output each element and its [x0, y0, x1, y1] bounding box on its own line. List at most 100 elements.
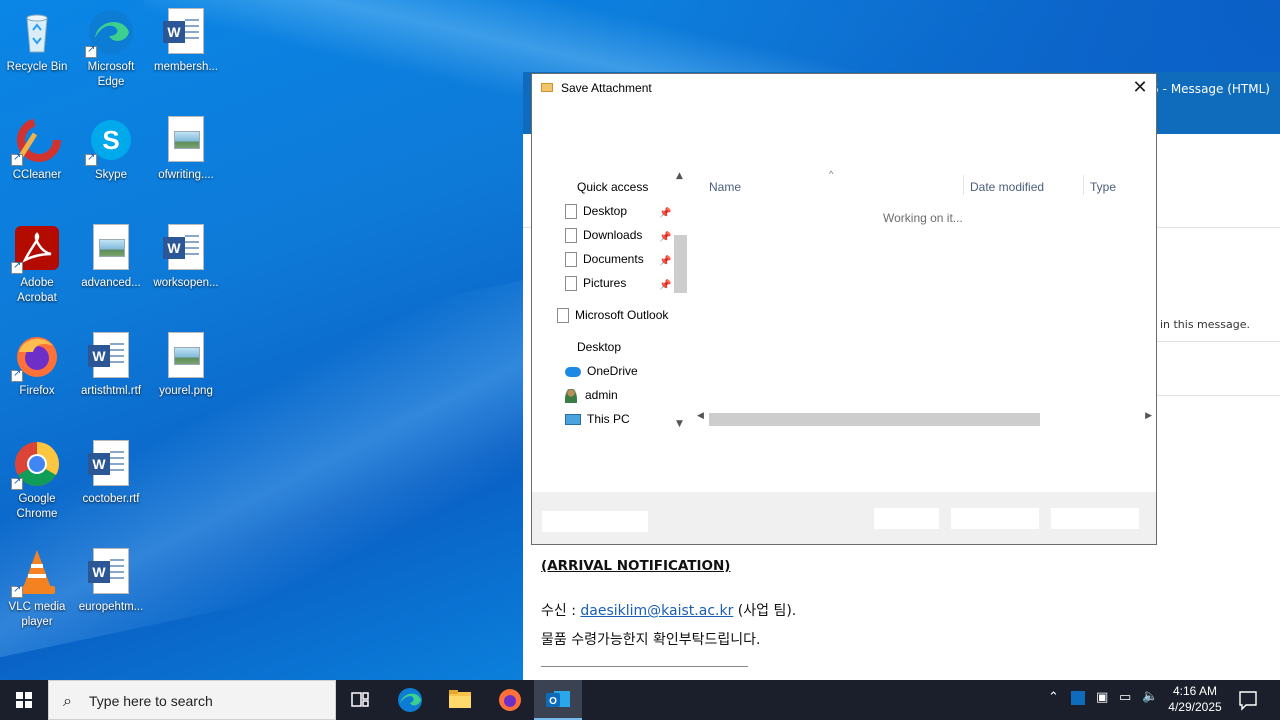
speaker-icon[interactable]: 🔈: [1142, 689, 1158, 704]
desktop-icon-image-file[interactable]: ofwriting....: [149, 116, 223, 183]
envelope-icon: [541, 83, 553, 92]
desktop-icon-firefox[interactable]: Firefox: [0, 332, 74, 399]
shortcut-arrow-icon: [85, 44, 97, 58]
sort-ascending-icon: ^: [829, 169, 834, 179]
request-line: 물품 수령가능한지 확인부탁드립니다.: [541, 632, 761, 648]
notification-icon: [1239, 691, 1257, 711]
desktop-icon-image-file[interactable]: yourel.png: [149, 332, 223, 399]
taskbar: ⌕ Type here to search O ⌃ ▣ ▭ 🔈 4:16 AM …: [0, 680, 1280, 720]
system-tray: ⌃ ▣ ▭ 🔈: [1045, 680, 1158, 720]
nav-item-downloads[interactable]: Downloads: [565, 228, 642, 248]
navigation-pane: Quick access Desktop 📌 Downloads 📌 Docum…: [540, 169, 690, 431]
svg-text:O: O: [549, 696, 557, 707]
dialog-title-bar[interactable]: Save Attachment ✕: [532, 74, 1156, 102]
page-icon: [565, 276, 577, 292]
device-icon[interactable]: ▣: [1096, 690, 1108, 705]
pin-icon: 📌: [659, 280, 672, 291]
icon-label: advanced...: [81, 277, 141, 289]
file-list-horizontal-scrollbar[interactable]: ◀ ▶: [690, 410, 1156, 427]
chevron-up-icon[interactable]: ⌃: [1048, 690, 1059, 705]
icon-label: artisthtml.rtf: [80, 385, 142, 397]
scrollbar-thumb[interactable]: [709, 413, 1040, 426]
scroll-up-arrow-icon[interactable]: ▲: [676, 171, 683, 181]
nav-item-onedrive[interactable]: OneDrive: [565, 364, 638, 384]
start-button[interactable]: [0, 680, 48, 720]
taskbar-firefox-button[interactable]: [486, 680, 534, 720]
taskbar-outlook-button[interactable]: O: [534, 680, 582, 720]
taskbar-file-explorer-button[interactable]: [436, 680, 484, 720]
notifications-button[interactable]: [1232, 680, 1280, 720]
scroll-left-arrow-icon[interactable]: ◀: [697, 411, 704, 421]
image-file-icon: [162, 116, 210, 164]
close-button[interactable]: ✕: [1130, 78, 1150, 98]
column-separator[interactable]: [963, 175, 964, 195]
desktop-icon-image-file[interactable]: advanced...: [74, 224, 148, 291]
firefox-icon: [499, 689, 521, 711]
recipient-email-link[interactable]: daesiklim@kaist.ac.kr: [580, 603, 733, 619]
divider: [541, 666, 748, 667]
desktop-icon-recycle-bin[interactable]: Recycle Bin: [0, 8, 74, 75]
desktop-icon-word-doc[interactable]: W coctober.rtf: [74, 440, 148, 507]
nav-quick-access[interactable]: Quick access: [577, 180, 648, 200]
outlook-info-text: es in this message.: [1143, 318, 1250, 331]
hide-folders-button[interactable]: [542, 511, 648, 532]
icon-label: Firefox: [19, 385, 55, 397]
desktop-icon-microsoft-edge[interactable]: Microsoft Edge: [74, 8, 148, 90]
desktop-icon-word-doc[interactable]: W artisthtml.rtf: [74, 332, 148, 399]
cancel-button[interactable]: [1051, 508, 1139, 529]
desktop-icon-word-doc[interactable]: W membersh...: [149, 8, 223, 75]
nav-item-desktop-root[interactable]: Desktop: [577, 340, 621, 360]
dialog-footer: [532, 492, 1156, 544]
desktop-icon-word-doc[interactable]: W worksopen...: [149, 224, 223, 291]
nav-item-microsoft-outlook[interactable]: Microsoft Outlook: [557, 308, 668, 328]
page-icon: [565, 204, 577, 220]
nav-item-admin[interactable]: admin: [565, 388, 618, 408]
column-separator[interactable]: [1083, 175, 1084, 195]
word-document-icon: W: [162, 224, 210, 272]
loading-status: Working on it...: [883, 211, 963, 225]
desktop-icon-adobe-acrobat[interactable]: Adobe Acrobat: [0, 224, 74, 306]
network-icon[interactable]: ▭: [1119, 690, 1131, 705]
nav-item-label: Downloads: [583, 228, 643, 242]
folder-icon: [449, 690, 471, 708]
word-document-icon: W: [87, 548, 135, 596]
outlook-icon: O: [546, 691, 570, 707]
taskbar-search-box[interactable]: ⌕ Type here to search: [48, 680, 336, 720]
edge-icon: [398, 688, 422, 712]
desktop-icon-ccleaner[interactable]: CCleaner: [0, 116, 74, 183]
desktop-icon-google-chrome[interactable]: Google Chrome: [0, 440, 74, 522]
nav-item-documents[interactable]: Documents: [565, 252, 644, 272]
icon-label: Skype: [95, 169, 127, 181]
column-header-name[interactable]: Name: [709, 180, 741, 194]
nav-item-desktop[interactable]: Desktop: [565, 204, 627, 224]
nav-item-this-pc[interactable]: This PC: [565, 412, 630, 431]
nav-item-label: admin: [585, 388, 618, 402]
dialog-title: Save Attachment: [561, 81, 652, 95]
nav-item-pictures[interactable]: Pictures: [565, 276, 626, 296]
save-button[interactable]: [951, 508, 1039, 529]
taskbar-edge-button[interactable]: [386, 680, 434, 720]
scroll-right-arrow-icon[interactable]: ▶: [1145, 411, 1152, 421]
page-icon: [565, 252, 577, 268]
icon-label: VLC media player: [8, 601, 66, 628]
computer-icon: [565, 414, 581, 426]
icon-label: coctober.rtf: [82, 493, 140, 505]
scroll-down-arrow-icon[interactable]: ▼: [676, 419, 683, 429]
outlook-tray-icon[interactable]: [1071, 691, 1085, 705]
nav-item-label: Pictures: [583, 276, 627, 290]
task-view-button[interactable]: [336, 680, 384, 720]
desktop-icon-vlc[interactable]: VLC media player: [0, 548, 74, 630]
image-file-icon: [87, 224, 135, 272]
tools-button[interactable]: [874, 508, 939, 529]
column-header-type[interactable]: Type: [1090, 180, 1116, 194]
scrollbar-thumb[interactable]: [674, 235, 687, 293]
taskbar-clock[interactable]: 4:16 AM 4/29/2025: [1160, 683, 1230, 715]
nav-vertical-scrollbar[interactable]: ▲ ▼: [672, 169, 689, 431]
desktop-icon-skype[interactable]: S Skype: [74, 116, 148, 183]
column-header-date-modified[interactable]: Date modified: [970, 180, 1044, 194]
desktop-icon-word-doc[interactable]: W europehtm...: [74, 548, 148, 615]
word-document-icon: W: [87, 332, 135, 380]
acrobat-icon: [11, 224, 61, 274]
shortcut-arrow-icon: [85, 152, 97, 166]
shortcut-arrow-icon: [11, 584, 23, 598]
